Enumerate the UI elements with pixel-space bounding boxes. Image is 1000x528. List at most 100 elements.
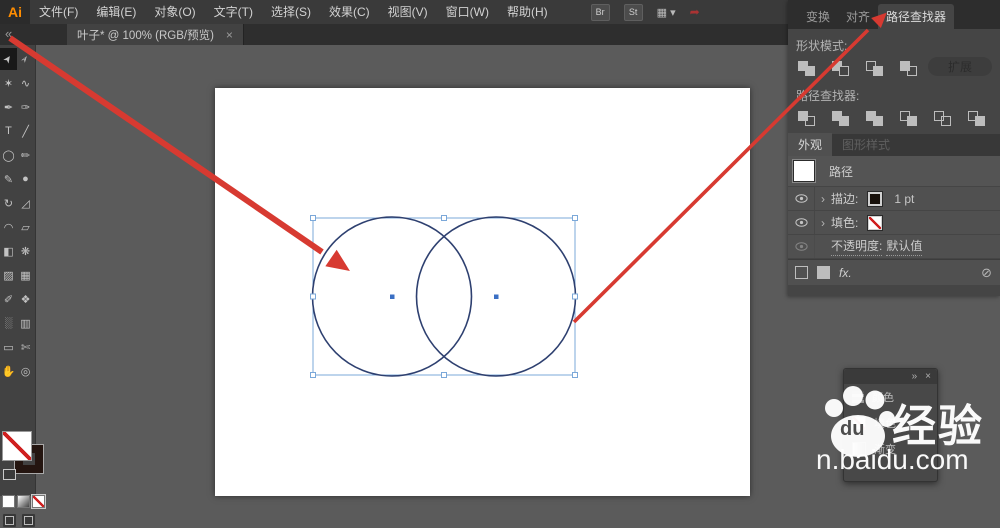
clear-appearance-icon[interactable]: ⊘ <box>981 265 1000 281</box>
share-icon[interactable]: ➦ <box>690 5 700 19</box>
gradient-button[interactable] <box>17 495 30 508</box>
opacity-label[interactable]: 不透明度: <box>831 237 883 256</box>
ellipse-tool[interactable]: ◯ <box>0 144 17 166</box>
default-fill-stroke-icon[interactable] <box>3 469 16 480</box>
lasso-tool[interactable]: ∿ <box>17 72 34 94</box>
new-fill-icon[interactable] <box>817 266 830 279</box>
panel-item-color[interactable]: 颜色 <box>844 384 937 410</box>
scale-tool[interactable]: ◿ <box>17 192 34 214</box>
menu-help[interactable]: 帮助(H) <box>498 0 557 24</box>
none-button[interactable] <box>31 494 46 509</box>
menu-type[interactable]: 文字(T) <box>205 0 262 24</box>
stroke-visibility-toggle[interactable] <box>788 187 815 210</box>
expand-button: 扩展 <box>928 57 992 76</box>
artboard-tool[interactable]: ▭ <box>0 336 17 358</box>
stroke-swatch[interactable] <box>867 190 884 207</box>
close-icon[interactable]: × <box>226 28 233 42</box>
graph-tool[interactable]: ▥ <box>17 312 34 334</box>
type-icon: T <box>5 125 12 137</box>
panel-item-fill[interactable]: 填色 <box>844 410 937 436</box>
fill-visibility-toggle[interactable] <box>788 211 815 234</box>
draw-behind-button[interactable] <box>21 513 36 528</box>
tab-align[interactable]: 对齐 <box>838 4 878 29</box>
zoom-tool[interactable]: ◎ <box>17 360 34 382</box>
appearance-stroke-row[interactable]: › 描边: 1 pt <box>788 187 1000 211</box>
hand-tool[interactable]: ✋ <box>0 360 17 382</box>
app-logo[interactable]: Ai <box>0 0 30 24</box>
new-stroke-icon[interactable] <box>795 266 808 279</box>
fill-swatch-none[interactable] <box>867 214 884 231</box>
close-icon[interactable]: × <box>925 371 931 382</box>
shape-builder-tool[interactable]: ◧ <box>0 240 17 262</box>
effects-fx-icon[interactable]: fx. <box>839 266 852 280</box>
type-tool[interactable]: T <box>0 120 17 142</box>
expand-panel-icon[interactable]: » <box>912 371 918 382</box>
rotate-tool[interactable]: ↻ <box>0 192 17 214</box>
fill-color-well-none[interactable] <box>2 431 32 461</box>
merge-button[interactable] <box>864 109 886 129</box>
document-tab[interactable]: 叶子* @ 100% (RGB/预览) × <box>67 24 244 45</box>
pen-tool[interactable]: ✒ <box>0 96 17 118</box>
menu-effect[interactable]: 效果(C) <box>320 0 379 24</box>
collapse-panel-icon[interactable]: « <box>5 26 12 41</box>
workspace-switcher[interactable]: ▦ ▾ <box>657 6 676 19</box>
exclude-button[interactable] <box>898 59 920 79</box>
unite-button[interactable] <box>796 59 818 79</box>
outline-button[interactable] <box>932 109 954 129</box>
perspective-grid-tool[interactable]: ▨ <box>0 264 17 286</box>
stock-icon[interactable]: St <box>623 3 643 21</box>
appearance-opacity-row[interactable]: 不透明度: 默认值 <box>788 235 1000 259</box>
draw-behind-icon <box>24 516 33 525</box>
menu-view[interactable]: 视图(V) <box>379 0 437 24</box>
tab-transform[interactable]: 变换 <box>798 4 838 29</box>
menu-object[interactable]: 对象(O) <box>145 0 204 24</box>
paintbrush-tool[interactable]: ✏ <box>17 144 34 166</box>
mesh-tool[interactable]: ▦ <box>17 264 34 286</box>
workspace-icon: ▦ <box>656 6 668 19</box>
opacity-visibility-toggle[interactable] <box>788 235 815 258</box>
crop-button[interactable] <box>898 109 920 129</box>
document-title: 叶子* @ 100% (RGB/预览) <box>77 29 214 42</box>
free-transform-tool[interactable]: ▱ <box>17 216 34 238</box>
divide-button[interactable] <box>796 109 818 129</box>
eye-icon <box>794 242 808 251</box>
blob-brush-tool[interactable]: ● <box>17 168 34 190</box>
minus-back-button[interactable] <box>966 109 988 129</box>
color-button[interactable] <box>2 495 15 508</box>
panel-item-gradient[interactable]: 渐变 <box>844 436 937 462</box>
blend-tool[interactable]: ❖ <box>17 288 34 310</box>
chevron-right-icon[interactable]: › <box>815 192 831 206</box>
line-segment-tool[interactable]: ╱ <box>17 120 34 142</box>
opacity-value[interactable]: 默认值 <box>886 237 923 256</box>
tab-appearance[interactable]: 外观 <box>788 133 833 156</box>
scale-icon: ◿ <box>21 197 30 210</box>
symbol-sprayer-tool[interactable]: ░ <box>0 312 17 334</box>
curvature-tool[interactable]: ✑ <box>17 96 34 118</box>
appearance-fill-row[interactable]: › 填色: <box>788 211 1000 235</box>
intersect-button[interactable] <box>864 59 886 79</box>
unite-icon <box>797 61 817 77</box>
slice-tool[interactable]: ✄ <box>17 336 34 358</box>
magic-wand-tool[interactable]: ✶ <box>0 72 17 94</box>
trim-button[interactable] <box>830 109 852 129</box>
stroke-weight-value[interactable]: 1 pt <box>894 192 914 206</box>
bridge-icon[interactable]: Br <box>590 3 610 21</box>
direct-selection-tool[interactable]: ➢ <box>17 48 34 70</box>
eyedropper-tool[interactable]: ✐ <box>0 288 17 310</box>
artboard[interactable] <box>215 88 750 496</box>
selection-tool[interactable]: ➤ <box>0 48 17 70</box>
stroke-label: 描边: <box>831 192 859 206</box>
minus-front-button[interactable] <box>830 59 852 79</box>
draw-normal-button[interactable] <box>2 513 17 528</box>
chevron-right-icon[interactable]: › <box>815 216 831 230</box>
appearance-path-row[interactable]: 路径 <box>788 156 1000 187</box>
width-tool[interactable]: ◠ <box>0 216 17 238</box>
twirl-tool[interactable]: ❋ <box>17 240 34 262</box>
tab-pathfinder[interactable]: 路径查找器 <box>878 4 955 29</box>
menu-edit[interactable]: 编辑(E) <box>87 0 145 24</box>
menu-select[interactable]: 选择(S) <box>262 0 320 24</box>
menu-file[interactable]: 文件(F) <box>30 0 87 24</box>
tab-graphic-styles[interactable]: 图形样式 <box>832 133 900 156</box>
pencil-tool[interactable]: ✎ <box>0 168 17 190</box>
menu-window[interactable]: 窗口(W) <box>437 0 498 24</box>
